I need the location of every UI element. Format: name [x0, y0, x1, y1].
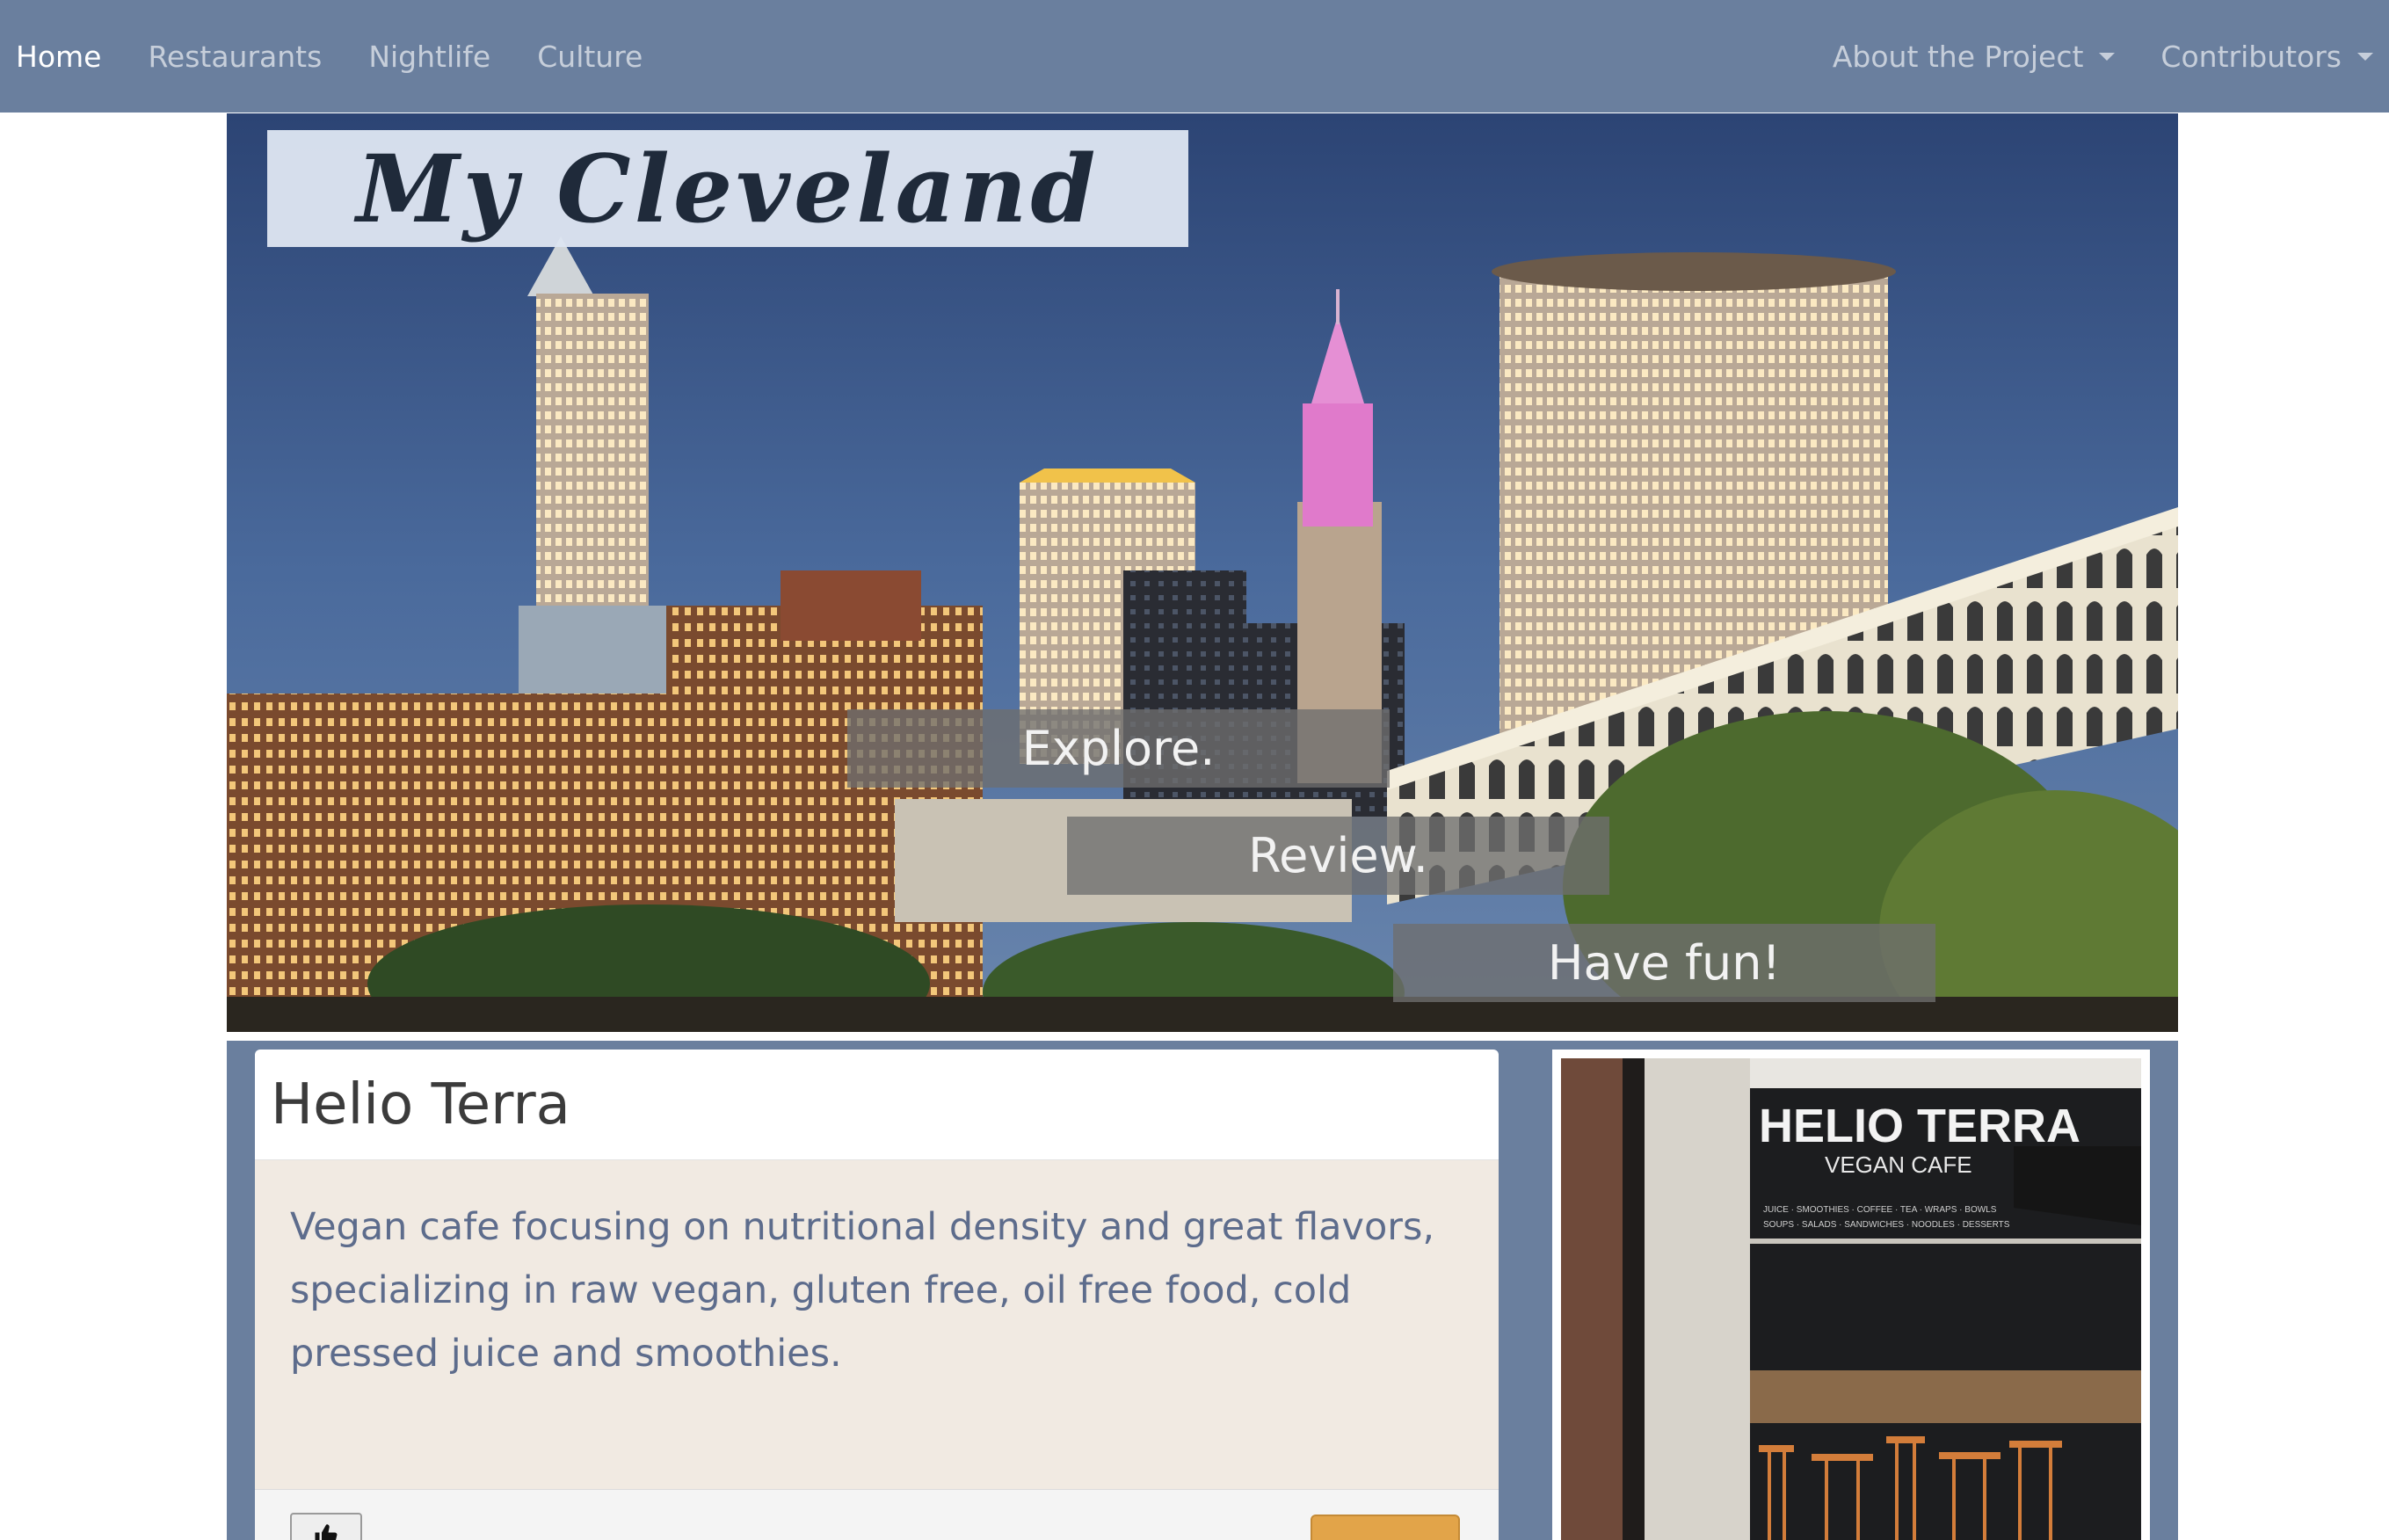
photo-sign-name: HELIO TERRA	[1759, 1100, 2080, 1152]
site-title: My Cleveland	[356, 133, 1100, 243]
restaurant-description: Vegan cafe focusing on nutritional densi…	[290, 1205, 1435, 1376]
restaurant-card: Helio Terra Vegan cafe focusing on nutri…	[255, 1050, 1499, 1540]
nav-dropdown-about-label: About the Project	[1832, 39, 2084, 74]
like-button[interactable]	[290, 1513, 362, 1540]
nav-link-restaurants[interactable]: Restaurants	[148, 40, 322, 74]
photo-sign-subtitle: VEGAN CAFE	[1825, 1151, 1972, 1178]
caret-down-icon	[2099, 52, 2116, 61]
card-body: Vegan cafe focusing on nutritional densi…	[255, 1160, 1499, 1489]
nav-dropdown-about-project[interactable]: About the Project	[1833, 40, 2116, 74]
nav-dropdown-contributors-label: Contributors	[2160, 39, 2342, 74]
top-navbar: Home Restaurants Nightlife Culture About…	[0, 0, 2389, 113]
restaurant-name: Helio Terra	[271, 1071, 570, 1137]
nav-link-culture[interactable]: Culture	[537, 40, 643, 74]
photo-sign-menu-left: JUICE · SMOOTHIES · COFFEE · TEA · WRAPS…	[1763, 1205, 1997, 1215]
tagline-explore: Explore.	[847, 709, 1390, 788]
listing-section: Helio Terra Vegan cafe focusing on nutri…	[227, 1041, 2178, 1540]
nav-link-home[interactable]: Home	[16, 40, 101, 74]
tagline-have-fun: Have fun!	[1393, 924, 1935, 1002]
nav-link-nightlife[interactable]: Nightlife	[368, 40, 490, 74]
site-title-box: My Cleveland	[267, 130, 1188, 247]
hero-banner: My Cleveland Explore. Review. Have fun!	[227, 113, 2178, 1032]
nav-left-group: Home Restaurants Nightlife Culture	[16, 40, 689, 74]
card-header: Helio Terra	[255, 1050, 1499, 1160]
photo-sign-menu-right: SOUPS · SALADS · SANDWICHES · NOODLES · …	[1763, 1220, 2010, 1230]
caret-down-icon	[2357, 52, 2373, 61]
nav-dropdown-contributors[interactable]: Contributors	[2160, 40, 2373, 74]
restaurant-photo: HELIO TERRA VEGAN CAFE JUICE · SMOOTHIES…	[1561, 1058, 2141, 1540]
nav-right-group: About the Project Contributors	[1787, 40, 2373, 74]
review-button[interactable]	[1311, 1515, 1460, 1540]
card-footer	[255, 1489, 1499, 1540]
restaurant-photo-frame: HELIO TERRA VEGAN CAFE JUICE · SMOOTHIES…	[1552, 1050, 2150, 1540]
thumbs-up-icon	[315, 1524, 338, 1540]
tagline-review: Review.	[1067, 817, 1609, 895]
